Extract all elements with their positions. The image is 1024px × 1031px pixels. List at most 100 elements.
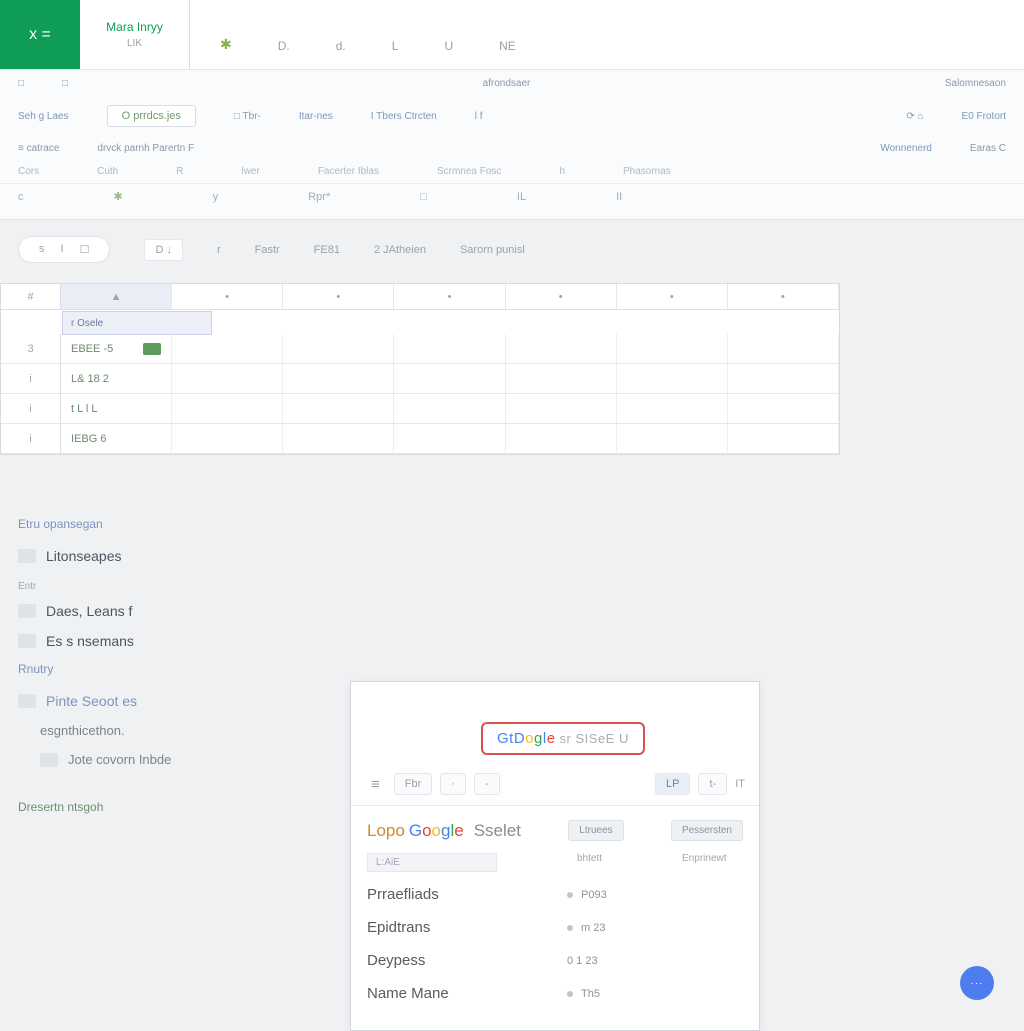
cell-c[interactable] [283, 334, 394, 363]
spreadsheet-grid[interactable]: # ▲ • • • • • • r Osele 3 EBEE -5 i L& 1… [0, 283, 840, 455]
tab-d1[interactable]: D. [276, 33, 292, 59]
tb-btn[interactable]: Fbr [394, 773, 433, 795]
cell-e[interactable] [506, 334, 617, 363]
table-row[interactable]: i L& 18 2 [1, 364, 839, 394]
col-c[interactable]: • [283, 284, 394, 309]
rb-center[interactable]: afrondsaer [483, 78, 531, 89]
rb2-i3[interactable]: l f [475, 111, 483, 122]
rb4-5[interactable]: Scrmnea Fosc [437, 166, 501, 177]
popup-row[interactable]: PrraefliadsP093 [351, 878, 759, 911]
col-f[interactable]: • [617, 284, 728, 309]
popup-col-2[interactable]: bhtett [577, 853, 602, 872]
side-footer-link[interactable]: Dresertn ntsgoh [18, 800, 345, 814]
star-icon[interactable]: ✱ [218, 30, 234, 59]
rb5-1-icon[interactable]: ✱ [114, 190, 123, 203]
ribbon-row-2: Seh g Laes O prrdcs.jes □ Tbr- Itar-nes … [0, 97, 1024, 135]
cell-a[interactable]: IEBG 6 [61, 424, 172, 453]
doc-title-block[interactable]: Mara Inryy LIK [80, 0, 190, 69]
rb3-left[interactable]: ≡ catrace [18, 143, 59, 154]
tab-ne[interactable]: NE [497, 33, 518, 59]
tb-btn-active[interactable]: LP [655, 773, 690, 795]
side-panel: Etru opansegan Litonseapes Entr Daes, Le… [0, 511, 345, 814]
rb4-3[interactable]: lwer [241, 166, 259, 177]
col-g[interactable]: • [728, 284, 839, 309]
side-entry-sub[interactable]: Jote covorn Inbde [0, 745, 345, 774]
col-b[interactable]: • [172, 284, 283, 309]
rb4-1[interactable]: Cuth [97, 166, 118, 177]
side-entry[interactable]: Litonseapes [0, 541, 345, 571]
sheets-logo[interactable]: x = [0, 0, 80, 69]
cell-a[interactable]: L& 18 2 [61, 364, 172, 393]
rb4-4[interactable]: Facerter Iblas [318, 166, 379, 177]
rb2-i0[interactable]: □ Tbr- [234, 111, 261, 122]
rb5-5[interactable]: IL [517, 191, 526, 203]
side-entry-sub[interactable]: esgnthicethon. [0, 716, 345, 745]
table-row[interactable]: i t L l L [1, 394, 839, 424]
row-num[interactable]: 3 [1, 334, 61, 363]
rb5-3[interactable]: Rpr* [308, 191, 330, 203]
side-entry[interactable]: Pinte Seoot es [0, 686, 345, 716]
rb5-0[interactable]: c [18, 191, 24, 203]
popup-row[interactable]: Deypess0 1 23 [351, 944, 759, 977]
list-icon [18, 694, 36, 708]
tab-u[interactable]: U [442, 33, 455, 59]
active-file-chip[interactable]: O prrdcs.jes [107, 105, 196, 127]
row-num[interactable]: i [1, 394, 61, 423]
menu-icon[interactable]: ≡ [365, 776, 386, 793]
google-badge[interactable]: GtD ogle sr SISeE U [481, 722, 645, 755]
row-num[interactable]: i [1, 364, 61, 393]
rb4-7[interactable]: Phasornas [623, 166, 671, 177]
corner-cell[interactable]: # [1, 284, 61, 309]
cell-ref-box[interactable]: D ↓ [144, 239, 183, 261]
cell-a[interactable]: EBEE -5 [61, 334, 172, 363]
tab-l[interactable]: L [390, 33, 401, 59]
tb-btn[interactable]: - [474, 773, 500, 795]
workspace: # ▲ • • • • • • r Osele 3 EBEE -5 i L& 1… [0, 283, 1024, 455]
cell-f[interactable] [617, 334, 728, 363]
row-num[interactable]: i [1, 424, 61, 453]
rb5-2[interactable]: y [213, 191, 219, 203]
popup-col-3[interactable]: Enprinewt [682, 853, 726, 872]
rb-ghost-1[interactable]: □ [18, 78, 24, 89]
brand-button-1[interactable]: Ltruees [568, 820, 623, 841]
rb3-mid[interactable]: drvck parnh Parertn F [97, 143, 194, 154]
list-icon [18, 604, 36, 618]
tb-btn[interactable]: · [440, 773, 466, 795]
rb2-i1[interactable]: Itar-nes [299, 111, 333, 122]
popup-row[interactable]: Name ManeTh5 [351, 977, 759, 1010]
app-bar: x = Mara Inryy LIK ✱ D. d. L U NE [0, 0, 1024, 70]
col-d[interactable]: • [394, 284, 505, 309]
table-row[interactable]: i IEBG 6 [1, 424, 839, 454]
side-entry[interactable]: Es s nsemans [0, 626, 345, 656]
side-cat: Entr [18, 581, 345, 592]
rb-right[interactable]: Salomnesaon [945, 78, 1006, 89]
name-box[interactable]: s I ☐ [18, 236, 110, 263]
popup-col-1[interactable]: L:AiE [367, 853, 497, 872]
rb5-4[interactable]: □ [420, 191, 427, 203]
rb4-6[interactable]: h [559, 166, 565, 177]
named-range-cell[interactable]: r Osele [62, 311, 212, 335]
rb4-0[interactable]: Cors [18, 166, 39, 177]
rb-ghost-2[interactable]: □ [62, 78, 68, 89]
tb-btn[interactable]: t- [698, 773, 727, 795]
rb3-r0[interactable]: Wonnenerd [880, 143, 932, 154]
cell-g[interactable] [728, 334, 839, 363]
col-a[interactable]: ▲ [61, 284, 172, 309]
popup-row[interactable]: Epidtransm 23 [351, 911, 759, 944]
rb2-i2[interactable]: I Tbers Ctrcten [371, 111, 437, 122]
brand-button-2[interactable]: Pessersten [671, 820, 743, 841]
rb2-i5[interactable]: E0 Frotort [962, 111, 1006, 122]
side-entry[interactable]: Daes, Leans f [0, 596, 345, 626]
rb2-i4[interactable]: ⟳ ⌂ [906, 111, 923, 122]
rb4-2[interactable]: R [176, 166, 183, 177]
fab-button[interactable]: ··· [960, 966, 994, 1000]
cell-b[interactable] [172, 334, 283, 363]
rb5-6[interactable]: II [616, 191, 622, 203]
col-e[interactable]: • [506, 284, 617, 309]
tab-d2[interactable]: d. [334, 33, 348, 59]
table-row[interactable]: 3 EBEE -5 [1, 334, 839, 364]
cell-d[interactable] [394, 334, 505, 363]
rb3-r1[interactable]: Earas C [970, 143, 1006, 154]
cell-a[interactable]: t L l L [61, 394, 172, 423]
tb-btn[interactable]: IT [735, 778, 745, 790]
